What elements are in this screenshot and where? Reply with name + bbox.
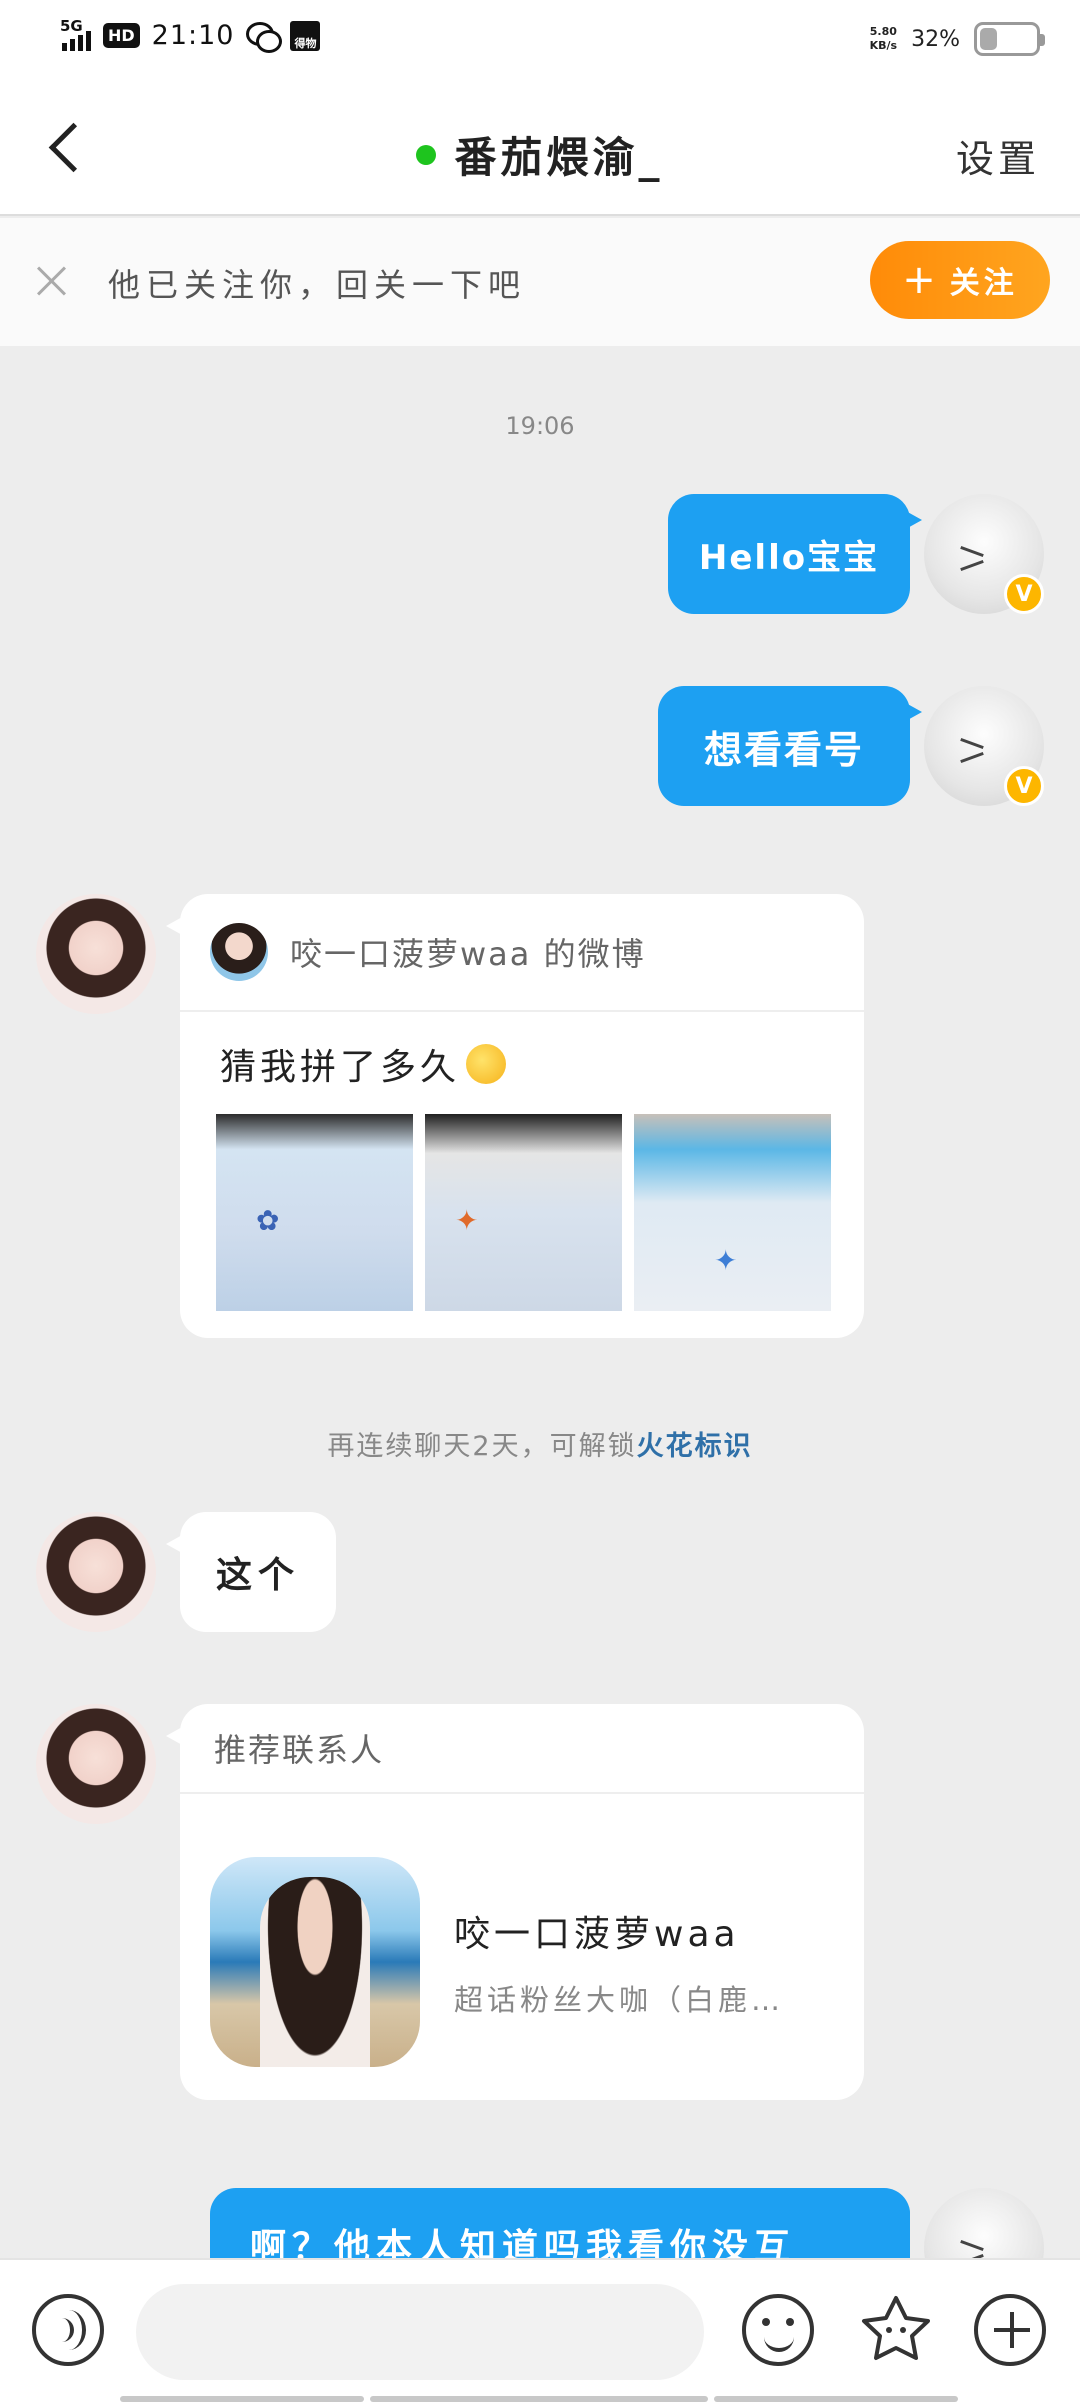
weibo-author-avatar xyxy=(210,923,268,981)
follow-back-banner: 他已关注你，回关一下吧 + 关注 xyxy=(0,218,1080,346)
status-bar: 5G HD 21:10 得物 5.80 KB/s 32% xyxy=(0,0,1080,86)
message-timestamp: 19:06 xyxy=(505,412,575,440)
sticker-icon xyxy=(862,2296,930,2360)
voice-input-button[interactable] xyxy=(32,2294,104,2366)
network-type: 5G xyxy=(60,16,83,35)
post-image[interactable]: ✦ xyxy=(425,1114,622,1311)
weibo-post-text: 猜我拼了多久 xyxy=(220,1047,461,1088)
home-indicator xyxy=(370,2396,708,2402)
online-status-icon xyxy=(416,144,437,165)
follow-back-text: 他已关注你，回关一下吧 xyxy=(108,266,527,304)
sticker-button[interactable] xyxy=(856,2290,936,2370)
outgoing-message[interactable]: Hello宝宝 xyxy=(668,494,922,614)
contact-name: 咬一口菠萝waa xyxy=(454,1914,740,1955)
follow-button-label: 关注 xyxy=(949,266,1018,301)
settings-button[interactable]: 设置 xyxy=(956,128,1040,183)
spark-notice: 再连续聊天2天，可解锁火花标识 xyxy=(0,1424,1080,1463)
chat-title[interactable]: 番茄煨渝_ xyxy=(454,124,663,185)
outgoing-message[interactable]: 想看看号 xyxy=(658,686,922,806)
app-notification-icon: 得物 xyxy=(290,20,321,51)
status-time: 21:10 xyxy=(151,20,235,51)
network-speed: 5.80 KB/s xyxy=(869,25,898,52)
spark-badge-link[interactable]: 火花标识 xyxy=(637,1431,753,1462)
contact-description: 超话粉丝大咖（白鹿… xyxy=(454,1983,785,2017)
spark-notice-text: 再连续聊天2天，可解锁 xyxy=(327,1431,637,1462)
battery-icon xyxy=(974,22,1045,56)
signal-icon: 5G xyxy=(60,17,91,51)
post-image[interactable]: ✦ xyxy=(634,1114,831,1311)
battery-percent: 32% xyxy=(911,26,960,52)
verified-badge-icon: V xyxy=(1004,766,1044,806)
verified-badge-icon: V xyxy=(1004,574,1044,614)
contact-avatar[interactable] xyxy=(36,894,156,1014)
message-input[interactable] xyxy=(136,2284,704,2380)
chat-header: 番茄煨渝_ 设置 xyxy=(0,86,1080,216)
input-bar xyxy=(0,2258,1080,2408)
wechat-icon xyxy=(246,21,283,53)
home-indicator xyxy=(120,2396,364,2402)
close-icon[interactable] xyxy=(34,262,70,298)
home-indicator xyxy=(714,2396,958,2402)
hd-icon: HD xyxy=(103,23,140,48)
incoming-message[interactable]: 这个 xyxy=(166,1512,336,1632)
smirk-emoji-icon xyxy=(466,1044,507,1084)
weibo-share-card[interactable]: 咬一口菠萝waa 的微博 猜我拼了多久 ✿ ✦ ✦ xyxy=(166,894,864,1338)
more-options-button[interactable] xyxy=(974,2294,1046,2366)
follow-button[interactable]: + 关注 xyxy=(870,241,1050,319)
contact-photo[interactable] xyxy=(210,1857,420,2067)
emoji-button[interactable] xyxy=(742,2294,814,2366)
self-avatar[interactable] xyxy=(924,2188,1044,2258)
recommended-contact-card[interactable]: 推荐联系人 咬一口菠萝waa 超话粉丝大咖（白鹿… xyxy=(166,1704,864,2100)
contact-avatar[interactable] xyxy=(36,1512,156,1632)
contact-avatar[interactable] xyxy=(36,1704,156,1824)
plus-icon: + xyxy=(902,257,940,303)
chat-area[interactable]: 19:06 Hello宝宝 V 想看看号 V 咬一口菠萝waa 的微博 猜我拼了… xyxy=(0,346,1080,2258)
recommended-contact-header: 推荐联系人 xyxy=(214,1731,385,1769)
weibo-source: 咬一口菠萝waa 的微博 xyxy=(290,935,646,973)
post-image[interactable]: ✿ xyxy=(216,1114,413,1311)
outgoing-message[interactable]: 啊？他本人知道吗我看你没互 xyxy=(210,2188,910,2258)
